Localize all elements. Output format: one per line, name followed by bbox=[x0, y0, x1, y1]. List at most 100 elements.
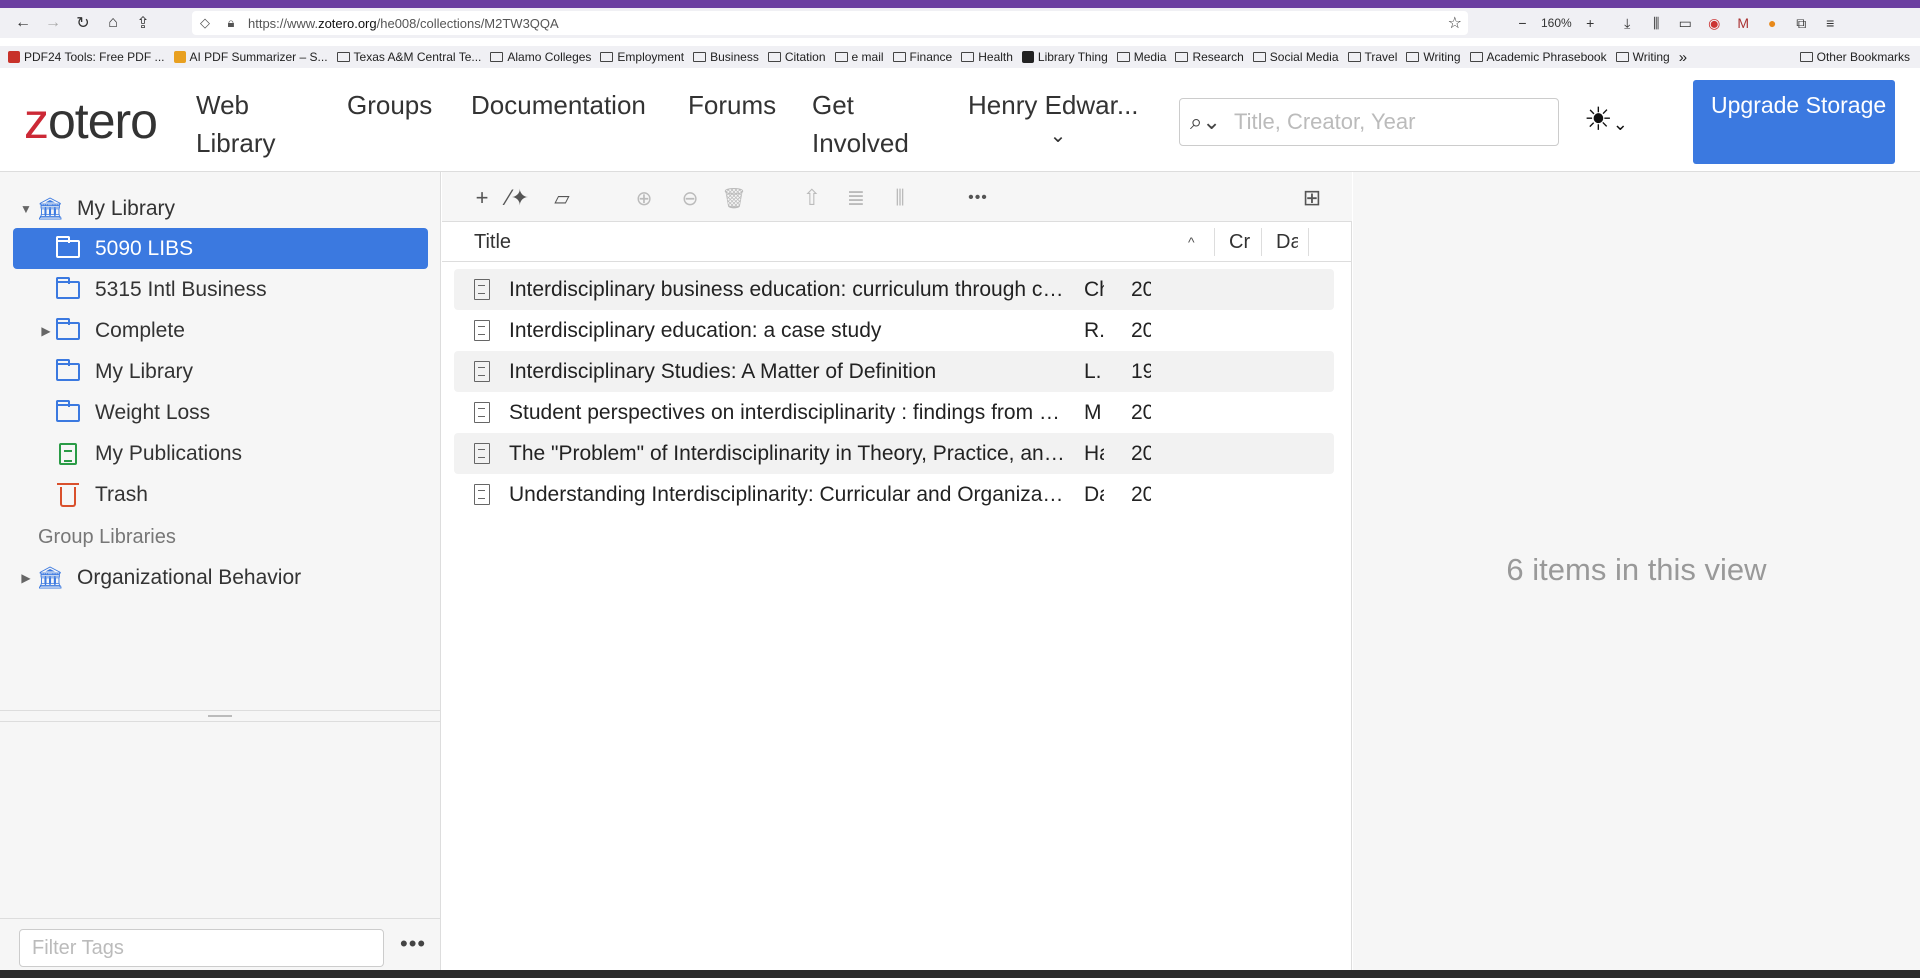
item-row[interactable]: Understanding Interdisciplinarity: Curri… bbox=[454, 474, 1334, 515]
bookmark-item[interactable]: Texas A&M Central Te... bbox=[336, 50, 481, 64]
nav-get-involved[interactable]: Get Involved bbox=[812, 86, 922, 162]
bookmark-item[interactable]: Library Thing bbox=[1021, 50, 1108, 64]
sidebar-toggle-icon[interactable]: ▭ bbox=[1671, 8, 1700, 38]
document-icon bbox=[474, 279, 490, 300]
chevron-down-icon[interactable]: ⌄ bbox=[968, 124, 1148, 148]
lock-icon[interactable]: 🔒︎ bbox=[218, 15, 244, 31]
bookmark-item[interactable]: Writing bbox=[1406, 50, 1461, 64]
item-date: 20 bbox=[1131, 401, 1151, 424]
tag-filter-input[interactable] bbox=[19, 929, 384, 967]
export-icon[interactable]: ⇧ bbox=[798, 184, 826, 212]
bookmark-label: Other Bookmarks bbox=[1816, 50, 1910, 64]
flag-extension-icon[interactable]: ◉ bbox=[1700, 8, 1729, 38]
column-separator[interactable] bbox=[1261, 228, 1262, 256]
home-icon[interactable]: ⌂ bbox=[98, 8, 128, 38]
user-menu[interactable]: Henry Edwar... ⌄ bbox=[968, 86, 1148, 148]
other-bookmarks[interactable]: Other Bookmarks bbox=[1793, 46, 1910, 68]
bibliography-icon[interactable]: ≣ bbox=[842, 184, 870, 212]
bookmark-item[interactable]: Health bbox=[961, 50, 1013, 64]
theme-toggle-icon[interactable]: ☀⌄ bbox=[1584, 100, 1628, 138]
bookmark-item[interactable]: PDF24 Tools: Free PDF ... bbox=[8, 50, 165, 64]
folder-icon bbox=[1116, 52, 1130, 62]
item-row[interactable]: Interdisciplinary education: a case stud… bbox=[454, 310, 1334, 351]
new-item-icon[interactable]: + bbox=[468, 184, 496, 212]
tree-item-my-library[interactable]: ▼ 🏛︎ My Library bbox=[19, 188, 175, 229]
search-box[interactable]: ⌕⌄ bbox=[1179, 98, 1559, 146]
library-lookup-icon[interactable]: ⫴ bbox=[886, 184, 914, 212]
folder-icon bbox=[55, 276, 81, 301]
bookmark-item[interactable]: Citation bbox=[767, 50, 826, 64]
user-name[interactable]: Henry Edwar... bbox=[968, 90, 1139, 120]
nav-groups[interactable]: Groups bbox=[347, 86, 432, 124]
column-date[interactable]: Da bbox=[1276, 222, 1298, 262]
bookmark-item[interactable]: Finance bbox=[892, 50, 952, 64]
bookmarks-overflow-icon[interactable]: » bbox=[1679, 49, 1687, 66]
add-to-collection-icon[interactable]: ⊕ bbox=[630, 184, 658, 212]
zoom-out-icon[interactable]: − bbox=[1508, 8, 1537, 38]
column-creator[interactable]: Cr bbox=[1229, 222, 1251, 262]
expanded-twisty-icon[interactable]: ▼ bbox=[19, 202, 33, 216]
zoom-in-icon[interactable]: + bbox=[1576, 8, 1605, 38]
column-title[interactable]: Title bbox=[474, 222, 1154, 262]
column-picker-icon[interactable]: ⊞ bbox=[1298, 184, 1326, 212]
mendeley-extension-icon[interactable]: M bbox=[1729, 8, 1758, 38]
bookmark-item[interactable]: Media bbox=[1116, 50, 1166, 64]
tree-item-my-publications[interactable]: My Publications bbox=[13, 433, 242, 474]
add-by-identifier-icon[interactable]: ⁄✦ bbox=[504, 184, 532, 212]
url-text[interactable]: https://www.zotero.org/he008/collections… bbox=[248, 16, 559, 31]
new-note-icon[interactable]: ▱ bbox=[548, 184, 576, 212]
bookmark-item[interactable]: Business bbox=[693, 50, 759, 64]
remove-from-collection-icon[interactable]: ⊖ bbox=[676, 184, 704, 212]
tracking-shield-icon[interactable]: ◇ bbox=[192, 15, 218, 31]
column-separator[interactable] bbox=[1214, 228, 1215, 256]
collapsed-twisty-icon[interactable]: ▶ bbox=[19, 571, 33, 585]
web-library-title[interactable]: Web Library bbox=[196, 86, 306, 162]
zotero-logo[interactable]: zotero bbox=[24, 96, 158, 146]
column-separator[interactable] bbox=[1308, 228, 1309, 256]
collection-5315-intl-business[interactable]: 5315 Intl Business bbox=[13, 269, 267, 310]
sidebar-splitter[interactable] bbox=[0, 710, 441, 722]
menu-icon[interactable]: ≡ bbox=[1816, 8, 1845, 38]
bookmark-item[interactable]: Writing bbox=[1615, 50, 1670, 64]
bookmark-item[interactable]: AI PDF Summarizer – S... bbox=[173, 50, 328, 64]
bookmark-item[interactable]: Research bbox=[1175, 50, 1244, 64]
zoom-level[interactable]: 160% bbox=[1537, 16, 1576, 30]
bookmark-star-icon[interactable]: ☆ bbox=[1448, 13, 1462, 33]
bookmark-item[interactable]: Employment bbox=[600, 50, 684, 64]
collection-weight-loss[interactable]: Weight Loss bbox=[13, 392, 210, 433]
collapsed-twisty-icon[interactable]: ▶ bbox=[39, 324, 53, 338]
collection-5090-libs[interactable]: 5090 LIBS bbox=[13, 228, 428, 269]
group-organizational-behavior[interactable]: ▶ 🏛︎ Organizational Behavior bbox=[19, 557, 301, 598]
library-icon[interactable]: ⫼ bbox=[1642, 8, 1671, 38]
forward-icon[interactable]: → bbox=[38, 8, 68, 38]
back-icon[interactable]: ← bbox=[8, 8, 38, 38]
upgrade-storage-button[interactable]: Upgrade Storage bbox=[1693, 80, 1895, 164]
tag-options-icon[interactable]: ••• bbox=[400, 931, 426, 957]
item-row[interactable]: The "Problem" of Interdisciplinarity in … bbox=[454, 433, 1334, 474]
extension-icon[interactable]: ⇪ bbox=[128, 8, 158, 38]
item-row[interactable]: Interdisciplinary Studies: A Matter of D… bbox=[454, 351, 1334, 392]
bookmark-item[interactable]: Academic Phrasebook bbox=[1469, 50, 1607, 64]
url-bar[interactable]: ◇ 🔒︎ https://www.zotero.org/he008/collec… bbox=[192, 11, 1468, 35]
bookmark-item[interactable]: Travel bbox=[1347, 50, 1397, 64]
downloads-icon[interactable]: ⤓ bbox=[1613, 8, 1642, 38]
tree-item-trash[interactable]: Trash bbox=[13, 474, 148, 515]
collection-complete[interactable]: ▶ Complete bbox=[13, 310, 185, 351]
bookmark-item[interactable]: Alamo Colleges bbox=[490, 50, 591, 64]
sort-ascending-icon[interactable]: ^ bbox=[1188, 222, 1195, 262]
search-input[interactable] bbox=[1234, 109, 1534, 135]
bookmark-item[interactable]: e mail bbox=[834, 50, 884, 64]
splitter-grip[interactable] bbox=[208, 715, 232, 717]
more-options-icon[interactable]: ••• bbox=[964, 184, 992, 212]
extensions-icon[interactable]: ⧉ bbox=[1787, 8, 1816, 38]
item-row[interactable]: Interdisciplinary business education: cu… bbox=[454, 269, 1334, 310]
move-to-trash-icon[interactable]: 🗑︎ bbox=[720, 184, 748, 212]
bookmark-item[interactable]: Social Media bbox=[1252, 50, 1339, 64]
nav-forums[interactable]: Forums bbox=[688, 86, 776, 124]
collection-my-library[interactable]: My Library bbox=[13, 351, 193, 392]
search-icon[interactable]: ⌕⌄ bbox=[1190, 109, 1234, 135]
item-row[interactable]: Student perspectives on interdisciplinar… bbox=[454, 392, 1334, 433]
nav-documentation[interactable]: Documentation bbox=[471, 86, 646, 124]
reload-icon[interactable]: ↻ bbox=[68, 8, 98, 38]
orange-extension-icon[interactable]: ● bbox=[1758, 8, 1787, 38]
